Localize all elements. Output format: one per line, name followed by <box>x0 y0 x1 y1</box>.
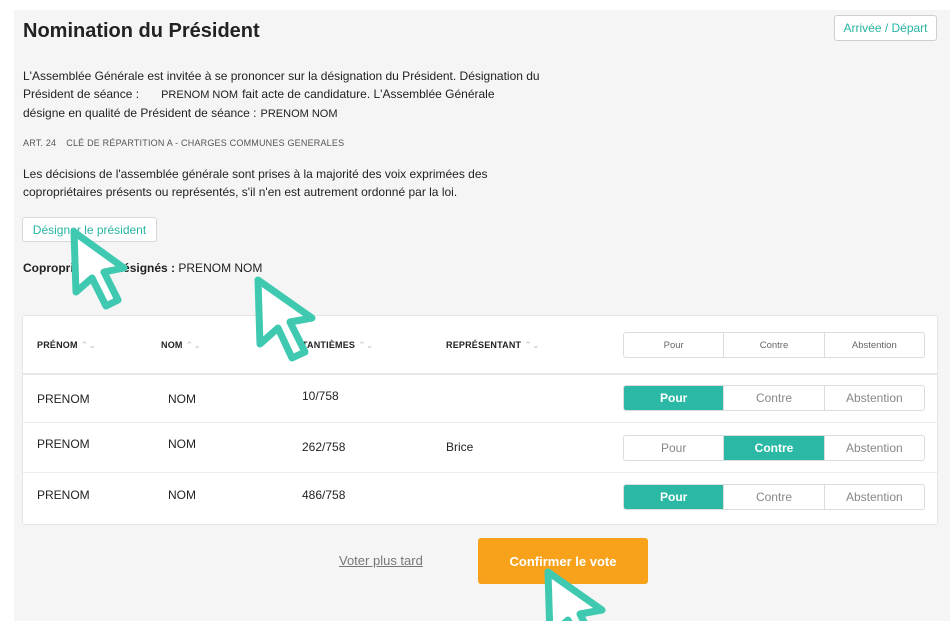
vote-pour-option[interactable]: Pour <box>624 436 725 460</box>
cell-tantiemes: 10/758 <box>302 389 339 403</box>
vote-abstention-option[interactable]: Abstention <box>825 386 924 410</box>
vote-later-link[interactable]: Voter plus tard <box>339 553 423 568</box>
pointer-cursor-icon <box>254 276 316 362</box>
vote-table: PRÉNOM ⌃⌄ NOM ⌃⌄ TANTIÈMES ⌃⌄ REPRÉSENTANT ⌃… <box>22 315 938 525</box>
sort-arrows-icon[interactable]: ⌃⌄ <box>186 340 201 350</box>
vote-all-abstention-option[interactable]: Abstention <box>825 333 924 357</box>
description-line-1: L'Assemblée Générale est invitée à se pr… <box>23 69 540 83</box>
description-line-2: Président de séance : PRENOM NOM fait acte… <box>23 85 603 104</box>
vote-contre-option[interactable]: Contre <box>724 386 825 410</box>
designated-owners: Copropriétaires désignés : PRENOM NOM <box>23 261 262 275</box>
cell-prenom: PRENOM <box>37 392 90 406</box>
vote-contre-option[interactable]: Contre <box>724 436 825 460</box>
table-row: PRENOM NOM 262/758 Brice Pour Contre Abs… <box>23 423 937 473</box>
column-header-nom[interactable]: NOM ⌃⌄ <box>161 340 201 351</box>
column-header-representant[interactable]: REPRÉSENTANT ⌃⌄ <box>446 340 540 351</box>
resolution-description: L'Assemblée Générale est invitée à se pr… <box>23 67 603 123</box>
vote-pour-option[interactable]: Pour <box>624 485 725 509</box>
vote-abstention-option[interactable]: Abstention <box>825 485 924 509</box>
cell-nom: NOM <box>168 392 196 406</box>
description-text: Président de séance : <box>23 87 140 101</box>
distribution-key: CLÉ DE RÉPARTITION A - CHARGES COMMUNES … <box>66 138 345 148</box>
column-label: PRÉNOM <box>37 340 78 350</box>
president-name: PRENOM NOM <box>260 108 338 120</box>
sort-arrows-icon[interactable]: ⌃⌄ <box>81 340 96 350</box>
vote-toggle[interactable]: Pour Contre Abstention <box>623 435 925 461</box>
arrive-depart-button[interactable]: Arrivée / Départ <box>834 15 937 41</box>
vote-all-toggle[interactable]: Pour Contre Abstention <box>623 332 925 358</box>
cell-tantiemes: 486/758 <box>302 488 346 502</box>
rule-line-1: Les décisions de l'assemblée générale so… <box>23 167 488 181</box>
sort-arrows-icon[interactable]: ⌃⌄ <box>358 340 373 350</box>
cell-nom: NOM <box>168 437 196 451</box>
candidate-name: PRENOM NOM <box>161 89 239 101</box>
page-title: Nomination du Président <box>23 20 260 42</box>
article-info: ART. 24 CLÉ DE RÉPARTITION A - CHARGES CO… <box>23 138 344 148</box>
pointer-cursor-icon <box>70 228 128 310</box>
sort-arrows-icon[interactable]: ⌃⌄ <box>524 340 539 350</box>
cell-tantiemes: 262/758 <box>302 440 346 454</box>
vote-contre-option[interactable]: Contre <box>724 485 825 509</box>
designated-value: PRENOM NOM <box>178 261 263 275</box>
vote-all-pour-option[interactable]: Pour <box>624 333 725 357</box>
cell-prenom: PRENOM <box>37 488 90 502</box>
table-header: PRÉNOM ⌃⌄ NOM ⌃⌄ TANTIÈMES ⌃⌄ REPRÉSENTANT ⌃… <box>23 316 937 375</box>
table-row: PRENOM NOM 486/758 Pour Contre Abstentio… <box>23 473 937 523</box>
article-number: ART. 24 <box>23 138 57 148</box>
cell-nom: NOM <box>168 488 196 502</box>
column-header-prenom[interactable]: PRÉNOM ⌃⌄ <box>37 340 96 351</box>
vote-abstention-option[interactable]: Abstention <box>825 436 924 460</box>
vote-all-contre-option[interactable]: Contre <box>724 333 825 357</box>
rule-line-2: copropriétaires présents ou représentés,… <box>23 185 458 199</box>
cell-prenom: PRENOM <box>37 437 90 451</box>
description-line-3: désigne en qualité de Président de séanc… <box>23 104 603 123</box>
pointer-cursor-icon <box>544 568 606 621</box>
description-text: désigne en qualité de Président de séanc… <box>23 106 257 120</box>
description-text: fait acte de candidature. L'Assemblée Gé… <box>242 87 495 101</box>
majority-rule: Les décisions de l'assemblée générale so… <box>23 165 543 201</box>
table-row: PRENOM NOM 10/758 Pour Contre Abstention <box>23 373 937 423</box>
vote-toggle[interactable]: Pour Contre Abstention <box>623 385 925 411</box>
column-label: NOM <box>161 340 183 350</box>
vote-pour-option[interactable]: Pour <box>624 386 725 410</box>
column-label: REPRÉSENTANT <box>446 340 522 350</box>
vote-toggle[interactable]: Pour Contre Abstention <box>623 484 925 510</box>
cell-representant: Brice <box>446 440 474 454</box>
